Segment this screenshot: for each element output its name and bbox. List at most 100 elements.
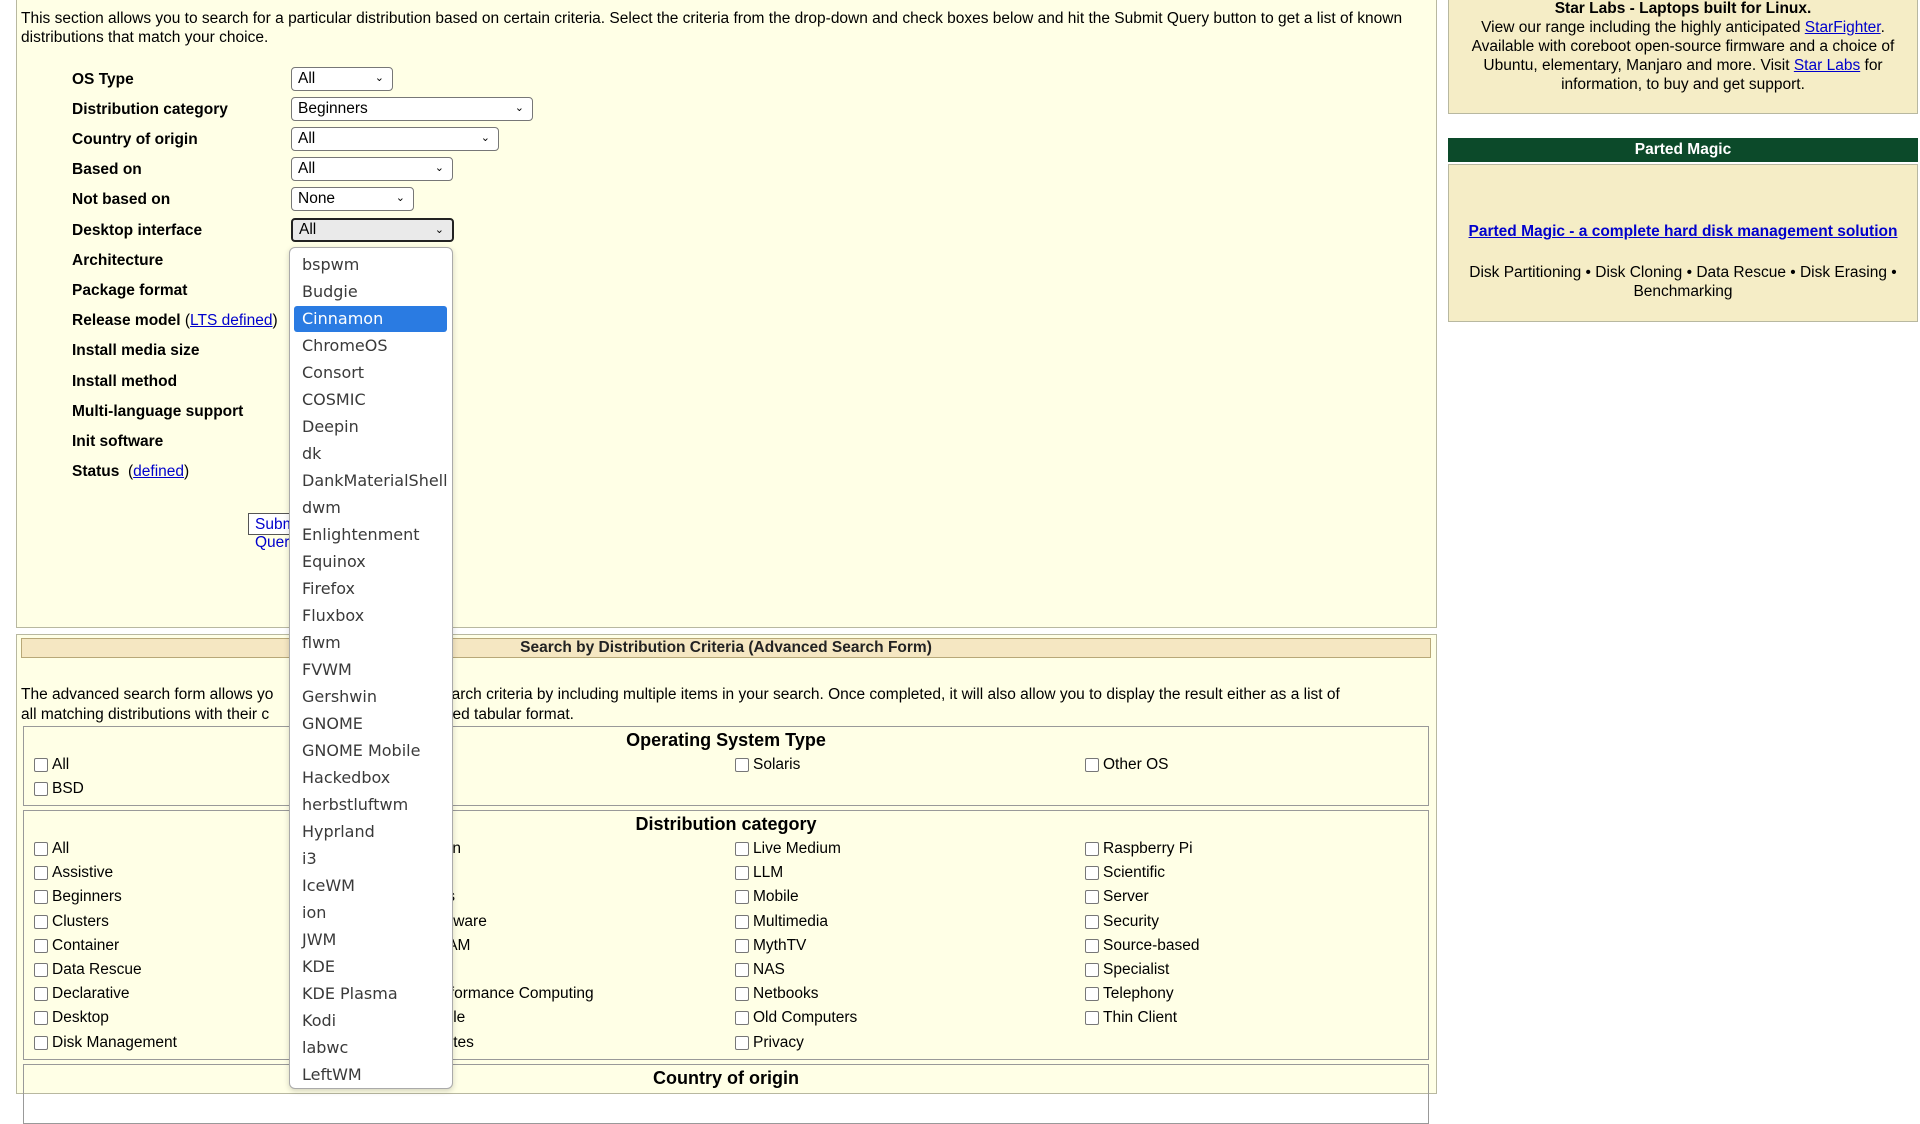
dropdown-option[interactable]: Hyprland xyxy=(294,819,447,845)
checkbox-icon[interactable] xyxy=(1085,938,1099,953)
checkbox-icon[interactable] xyxy=(34,987,48,1002)
dropdown-option[interactable]: GNOME Mobile xyxy=(294,738,447,764)
checkbox-icon[interactable] xyxy=(735,866,749,881)
dropdown-option[interactable]: dk xyxy=(294,441,447,467)
dropdown-option[interactable]: i3 xyxy=(294,846,447,872)
checkbox-icon[interactable] xyxy=(735,890,749,905)
dropdown-option[interactable]: ChromeOS xyxy=(294,333,447,359)
checkbox-icon[interactable] xyxy=(735,987,749,1002)
category-checkbox[interactable]: Raspberry Pi xyxy=(1085,840,1193,858)
category-checkbox[interactable]: erformance Computing xyxy=(436,985,594,1003)
category-checkbox[interactable]: Declarative xyxy=(34,985,130,1003)
checkbox-icon[interactable] xyxy=(34,842,48,856)
lts-defined-link[interactable]: LTS defined xyxy=(190,312,272,329)
dropdown-option[interactable]: bspwm xyxy=(294,252,447,278)
category-checkbox[interactable]: Privacy xyxy=(735,1034,804,1052)
category-checkbox[interactable]: Mobile xyxy=(735,888,799,906)
category-checkbox[interactable]: Assistive xyxy=(34,864,113,882)
category-checkbox[interactable]: Old Computers xyxy=(735,1009,857,1027)
category-checkbox[interactable]: Live Medium xyxy=(735,840,841,858)
checkbox-icon[interactable] xyxy=(735,758,749,772)
star-labs-link[interactable]: Star Labs xyxy=(1794,57,1860,74)
category-checkbox[interactable]: NAS xyxy=(735,961,785,979)
category-checkbox[interactable]: LLM xyxy=(735,864,783,882)
status-defined-link[interactable]: defined xyxy=(133,463,184,480)
os-type-select[interactable]: All ⌄ xyxy=(291,67,393,91)
checkbox-icon[interactable] xyxy=(34,963,48,977)
dropdown-option[interactable]: ion xyxy=(294,900,447,926)
checkbox-icon[interactable] xyxy=(34,938,48,953)
checkbox-icon[interactable] xyxy=(34,758,48,772)
dropdown-option[interactable]: Deepin xyxy=(294,414,447,440)
parted-magic-link[interactable]: Parted Magic - a complete hard disk mana… xyxy=(1449,223,1917,241)
dropdown-option[interactable]: Budgie xyxy=(294,279,447,305)
checkbox-icon[interactable] xyxy=(735,1035,749,1050)
category-checkbox[interactable]: Telephony xyxy=(1085,985,1174,1003)
dropdown-option[interactable]: COSMIC xyxy=(294,387,447,413)
os-type-checkbox-all[interactable]: All xyxy=(34,756,69,774)
country-select[interactable]: All ⌄ xyxy=(291,127,499,151)
category-checkbox[interactable]: All xyxy=(34,840,69,858)
checkbox-icon[interactable] xyxy=(1085,890,1099,905)
dropdown-option[interactable]: GNOME xyxy=(294,711,447,737)
dropdown-option[interactable]: Enlightenment xyxy=(294,522,447,548)
checkbox-icon[interactable] xyxy=(735,914,749,929)
dropdown-option[interactable]: FVWM xyxy=(294,657,447,683)
os-type-checkbox-other[interactable]: Other OS xyxy=(1085,756,1168,774)
category-checkbox[interactable]: Beginners xyxy=(34,888,122,906)
checkbox-icon[interactable] xyxy=(34,866,48,881)
category-checkbox[interactable]: Scientific xyxy=(1085,864,1165,882)
checkbox-icon[interactable] xyxy=(735,1011,749,1026)
dropdown-option[interactable]: labwc xyxy=(294,1035,447,1061)
starfighter-link[interactable]: StarFighter xyxy=(1805,19,1881,36)
category-checkbox[interactable]: Server xyxy=(1085,888,1149,906)
dropdown-option[interactable]: Fluxbox xyxy=(294,603,447,629)
category-checkbox[interactable]: Source-based xyxy=(1085,937,1200,955)
dropdown-option[interactable]: dwm xyxy=(294,495,447,521)
category-checkbox[interactable]: Data Rescue xyxy=(34,961,142,979)
category-checkbox[interactable]: MythTV xyxy=(735,937,806,955)
dropdown-option[interactable]: Consort xyxy=(294,360,447,386)
category-checkbox[interactable]: Disk Management xyxy=(34,1034,177,1052)
checkbox-icon[interactable] xyxy=(1085,866,1099,881)
checkbox-icon[interactable] xyxy=(1085,963,1099,977)
category-checkbox[interactable]: Clusters xyxy=(34,913,109,931)
checkbox-icon[interactable] xyxy=(34,890,48,905)
checkbox-icon[interactable] xyxy=(1085,758,1099,772)
category-checkbox[interactable]: Multimedia xyxy=(735,913,828,931)
checkbox-icon[interactable] xyxy=(735,842,749,856)
dropdown-option[interactable]: IceWM xyxy=(294,873,447,899)
checkbox-icon[interactable] xyxy=(1085,987,1099,1002)
distribution-category-select[interactable]: Beginners ⌄ xyxy=(291,97,533,121)
dropdown-option[interactable]: KDE xyxy=(294,954,447,980)
checkbox-icon[interactable] xyxy=(34,914,48,929)
dropdown-option[interactable]: Gershwin xyxy=(294,684,447,710)
dropdown-option[interactable]: herbstluftwm xyxy=(294,792,447,818)
dropdown-option[interactable]: Firefox xyxy=(294,576,447,602)
checkbox-icon[interactable] xyxy=(1085,842,1099,856)
category-checkbox[interactable]: Security xyxy=(1085,913,1159,931)
dropdown-option[interactable]: DankMaterialShell xyxy=(294,468,448,494)
os-type-checkbox-solaris[interactable]: Solaris xyxy=(735,756,800,774)
checkbox-icon[interactable] xyxy=(735,963,749,977)
dropdown-option[interactable]: Hackedbox xyxy=(294,765,447,791)
dropdown-option[interactable]: Kodi xyxy=(294,1008,447,1034)
checkbox-icon[interactable] xyxy=(1085,914,1099,929)
dropdown-option[interactable]: flwm xyxy=(294,630,447,656)
checkbox-icon[interactable] xyxy=(34,782,48,796)
category-checkbox[interactable]: Container xyxy=(34,937,119,955)
dropdown-option[interactable]: LeftWM xyxy=(294,1062,447,1088)
os-type-checkbox-bsd[interactable]: BSD xyxy=(34,780,84,798)
category-checkbox[interactable]: Specialist xyxy=(1085,961,1169,979)
checkbox-icon[interactable] xyxy=(735,938,749,953)
desktop-interface-select[interactable]: All ⌄ xyxy=(291,218,454,242)
not-based-on-select[interactable]: None ⌄ xyxy=(291,187,414,211)
checkbox-icon[interactable] xyxy=(34,1011,48,1026)
category-checkbox[interactable]: Thin Client xyxy=(1085,1009,1177,1027)
based-on-select[interactable]: All ⌄ xyxy=(291,157,453,181)
category-checkbox[interactable]: Desktop xyxy=(34,1009,109,1027)
dropdown-option[interactable]: Equinox xyxy=(294,549,447,575)
dropdown-option[interactable]: KDE Plasma xyxy=(294,981,447,1007)
category-checkbox[interactable]: Netbooks xyxy=(735,985,818,1003)
dropdown-option[interactable]: JWM xyxy=(294,927,447,953)
